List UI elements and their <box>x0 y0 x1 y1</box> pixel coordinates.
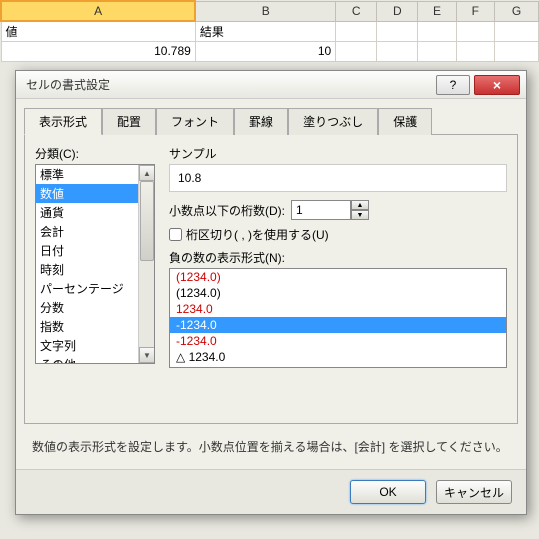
category-item[interactable]: 日付 <box>36 241 154 260</box>
cell-f2[interactable] <box>456 41 494 61</box>
scroll-thumb[interactable] <box>140 181 154 261</box>
tab-alignment[interactable]: 配置 <box>102 108 156 135</box>
negative-format-item[interactable]: ▲ 1234.0 <box>170 365 506 368</box>
cell-c1[interactable] <box>336 21 377 41</box>
cell-g1[interactable] <box>494 21 538 41</box>
negative-format-item[interactable]: (1234.0) <box>170 285 506 301</box>
cell-d1[interactable] <box>377 21 418 41</box>
decimals-input[interactable] <box>291 200 351 220</box>
col-header-a[interactable]: A <box>1 1 195 21</box>
cell-e1[interactable] <box>418 21 456 41</box>
dialog-title: セルの書式設定 <box>26 76 432 93</box>
help-button[interactable]: ? <box>436 75 470 95</box>
category-item[interactable]: 分数 <box>36 298 154 317</box>
category-item[interactable]: その他 <box>36 355 154 364</box>
cell-e2[interactable] <box>418 41 456 61</box>
decimals-label: 小数点以下の桁数(D): <box>169 202 285 219</box>
titlebar[interactable]: セルの書式設定 ? × <box>16 71 526 99</box>
col-header-c[interactable]: C <box>336 1 377 21</box>
tab-fill[interactable]: 塗りつぶし <box>288 108 378 135</box>
spin-up-icon[interactable]: ▲ <box>351 200 369 210</box>
negative-format-item[interactable]: -1234.0 <box>170 317 506 333</box>
col-header-e[interactable]: E <box>418 1 456 21</box>
col-header-f[interactable]: F <box>456 1 494 21</box>
scroll-down-icon[interactable]: ▼ <box>139 347 155 363</box>
cell-c2[interactable] <box>336 41 377 61</box>
category-item[interactable]: 通貨 <box>36 203 154 222</box>
category-item[interactable]: 標準 <box>36 165 154 184</box>
cell-f1[interactable] <box>456 21 494 41</box>
negative-format-item[interactable]: -1234.0 <box>170 333 506 349</box>
category-label: 分類(C): <box>35 145 155 162</box>
thousands-separator-checkbox[interactable] <box>169 228 182 241</box>
category-listbox[interactable]: 標準数値通貨会計日付時刻パーセンテージ分数指数文字列その他ユーザー定義 ▲ ▼ <box>35 164 155 364</box>
category-item[interactable]: 指数 <box>36 317 154 336</box>
format-cells-dialog: セルの書式設定 ? × 表示形式 配置 フォント 罫線 塗りつぶし 保護 分類(… <box>15 70 527 515</box>
sample-label: サンプル <box>169 145 507 162</box>
cell-a2[interactable]: 10.789 <box>1 41 195 61</box>
col-header-d[interactable]: D <box>377 1 418 21</box>
cancel-button[interactable]: キャンセル <box>436 480 512 504</box>
category-item[interactable]: 文字列 <box>36 336 154 355</box>
negative-format-item[interactable]: △ 1234.0 <box>170 349 506 365</box>
cell-a1[interactable]: 値 <box>1 21 195 41</box>
row-1: 値 結果 <box>1 21 539 41</box>
cell-g2[interactable] <box>494 41 538 61</box>
row-2: 10.789 10 <box>1 41 539 61</box>
tab-number-format[interactable]: 表示形式 <box>24 108 102 135</box>
scroll-up-icon[interactable]: ▲ <box>139 165 155 181</box>
negative-format-listbox[interactable]: (1234.0)(1234.0)1234.0-1234.0-1234.0△ 12… <box>169 268 507 368</box>
spreadsheet: A B C D E F G 値 結果 10.789 10 <box>0 0 539 62</box>
category-item[interactable]: 会計 <box>36 222 154 241</box>
column-headers: A B C D E F G <box>1 1 539 21</box>
tab-panel: 分類(C): 標準数値通貨会計日付時刻パーセンテージ分数指数文字列その他ユーザー… <box>24 134 518 424</box>
tab-font[interactable]: フォント <box>156 108 234 135</box>
cell-d2[interactable] <box>377 41 418 61</box>
tab-strip: 表示形式 配置 フォント 罫線 塗りつぶし 保護 <box>16 99 526 134</box>
sample-box: 10.8 <box>169 164 507 192</box>
thousands-separator-label: 桁区切り( , )を使用する(U) <box>186 226 329 243</box>
category-item[interactable]: 時刻 <box>36 260 154 279</box>
negative-format-label: 負の数の表示形式(N): <box>169 249 507 266</box>
col-header-g[interactable]: G <box>494 1 538 21</box>
close-button[interactable]: × <box>474 75 520 95</box>
negative-format-item[interactable]: 1234.0 <box>170 301 506 317</box>
button-bar: OK キャンセル <box>16 469 526 514</box>
help-icon: ? <box>450 78 457 92</box>
scrollbar[interactable]: ▲ ▼ <box>138 165 154 363</box>
category-item[interactable]: パーセンテージ <box>36 279 154 298</box>
tab-border[interactable]: 罫線 <box>234 108 288 135</box>
negative-format-item[interactable]: (1234.0) <box>170 269 506 285</box>
cell-b1[interactable]: 結果 <box>195 21 335 41</box>
col-header-b[interactable]: B <box>195 1 335 21</box>
category-item[interactable]: 数値 <box>36 184 154 203</box>
decimals-spinner[interactable]: ▲ ▼ <box>291 200 369 220</box>
ok-button[interactable]: OK <box>350 480 426 504</box>
hint-text: 数値の表示形式を設定します。小数点位置を揃える場合は、[会計] を選択してくださ… <box>16 424 526 469</box>
sample-value: 10.8 <box>178 171 201 185</box>
cell-b2[interactable]: 10 <box>195 41 335 61</box>
spin-down-icon[interactable]: ▼ <box>351 210 369 220</box>
close-icon: × <box>493 77 501 93</box>
tab-protection[interactable]: 保護 <box>378 108 432 135</box>
